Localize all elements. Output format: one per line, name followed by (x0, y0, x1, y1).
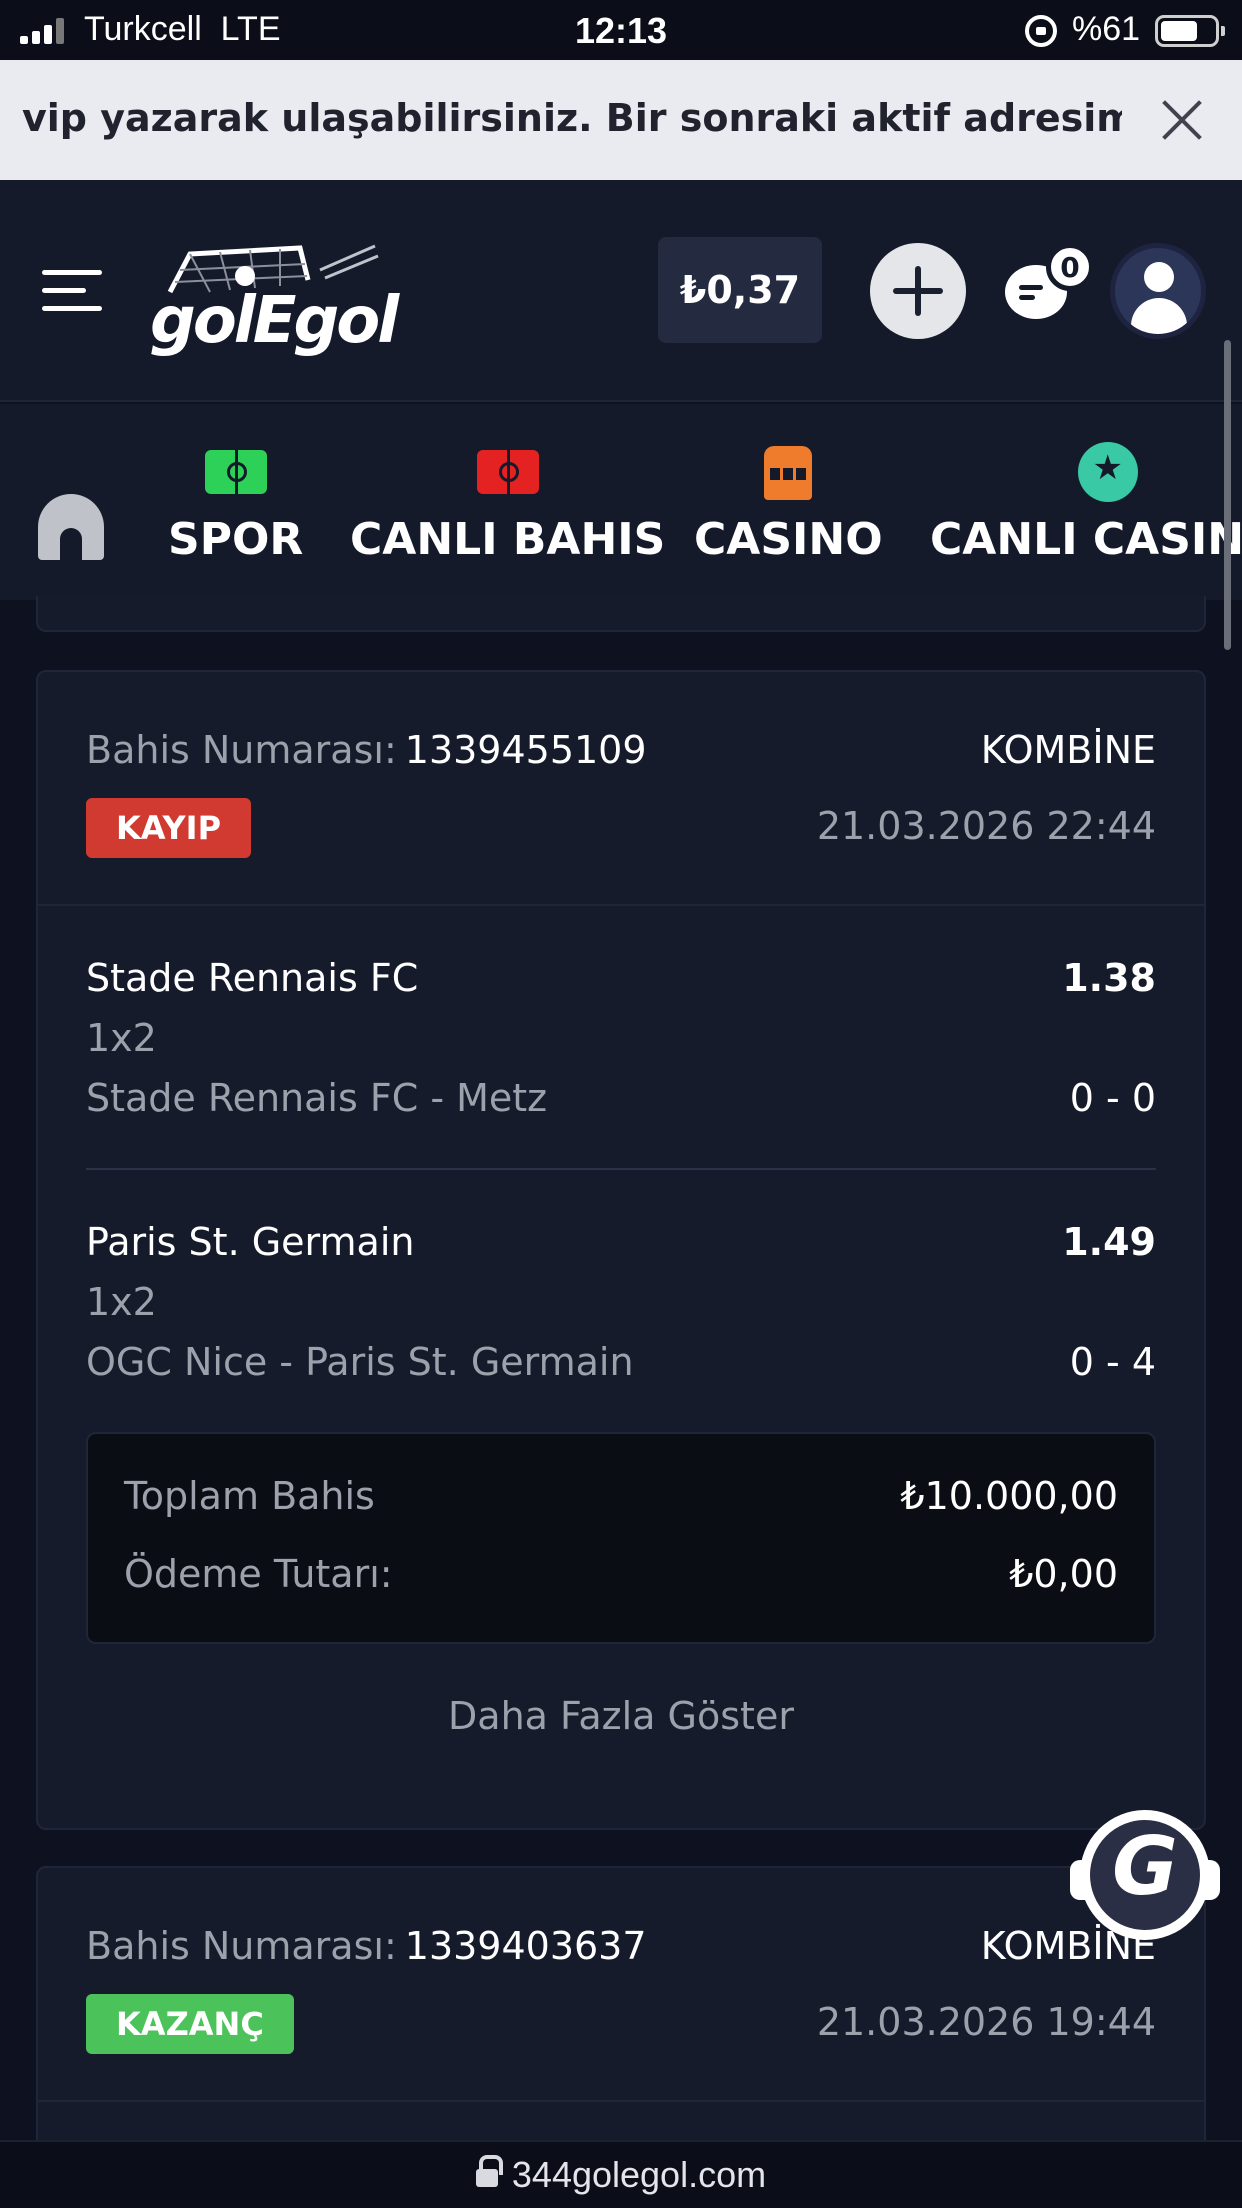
status-badge: KAZANÇ (86, 1994, 294, 2054)
avatar[interactable] (1110, 243, 1206, 339)
bet-date: 21.03.2026 22:44 (816, 804, 1156, 848)
payout-value: ₺0,00 (1009, 1552, 1118, 1596)
support-logo-icon: G (1112, 1820, 1178, 1913)
previous-bet-card (36, 596, 1206, 632)
selection-match: Stade Rennais FC - Metz (86, 1076, 548, 1120)
app-header: golEgol ₺0,37 0 (0, 180, 1242, 402)
selection-score: 0 - 0 (1069, 1076, 1156, 1120)
show-more-button[interactable]: Daha Fazla Göster (38, 1694, 1204, 1738)
announcement-text: vip yazarak ulaşabilirsiniz. Bir sonraki… (22, 96, 1122, 140)
soccer-pitch-icon (204, 444, 268, 500)
selection-match: OGC Nice - Paris St. Germain (86, 1340, 634, 1384)
bet-date: 21.03.2026 19:44 (816, 2000, 1156, 2044)
casino-chip-icon (1074, 442, 1138, 502)
bet-card-header: Bahis Numarası: 1339455109 KOMBİNE KAYIP … (38, 672, 1204, 906)
bet-selection: Paris St. Germain 1.49 1x2 OGC Nice - Pa… (86, 1168, 1156, 1418)
brand-name: golEgol (150, 284, 399, 358)
selection-odds: 1.49 (1062, 1220, 1156, 1264)
main-nav: SPOR CANLI BAHIS CASINO CANLI CASINO (0, 404, 1242, 600)
bet-selection: Stade Rennais FC 1.38 1x2 Stade Rennais … (86, 906, 1156, 1168)
message-count-badge: 0 (1046, 243, 1094, 291)
page-scrollbar[interactable] (1224, 340, 1231, 650)
total-stake-value: ₺10.000,00 (900, 1474, 1118, 1518)
selection-score: 0 - 4 (1069, 1340, 1156, 1384)
bet-summary: Toplam Bahis ₺10.000,00 Ödeme Tutarı: ₺0… (86, 1432, 1156, 1644)
url-text: 344golegol.com (511, 2154, 767, 2195)
total-stake-row: Toplam Bahis ₺10.000,00 (124, 1474, 1118, 1518)
home-icon[interactable] (38, 494, 104, 560)
status-badge: KAYIP (86, 798, 252, 858)
battery-icon (1155, 15, 1225, 47)
messages-button[interactable]: 0 (1005, 243, 1094, 321)
bet-number: Bahis Numarası: 1339455109 (86, 728, 647, 772)
browser-url-bar[interactable]: 344golegol.com (0, 2140, 1242, 2208)
live-pitch-icon (476, 444, 540, 500)
battery-percent: %61 (1072, 10, 1141, 48)
orientation-lock-icon (1025, 15, 1057, 47)
bet-number: Bahis Numarası: 1339403637 (86, 1924, 647, 1968)
selection-odds: 1.38 (1062, 956, 1156, 1000)
bet-card-header: Bahis Numarası: 1339403637 KOMBİNE KAZANÇ… (38, 1868, 1204, 2102)
support-chat-button[interactable]: G (1070, 1810, 1220, 1950)
balance-button[interactable]: ₺0,37 (658, 237, 822, 343)
bet-type: KOMBİNE (980, 728, 1156, 772)
deposit-plus-button[interactable] (870, 243, 966, 339)
payout-row: Ödeme Tutarı: ₺0,00 (124, 1552, 1118, 1596)
selection-team: Stade Rennais FC (86, 956, 419, 1000)
bet-card: Bahis Numarası: 1339403637 KOMBİNE KAZANÇ… (36, 1866, 1206, 2166)
nav-item-canli-casino[interactable]: CANLI CASINO (930, 442, 1242, 565)
lock-icon (475, 2155, 503, 2191)
menu-icon[interactable] (42, 270, 102, 312)
nav-item-casino[interactable]: CASINO (694, 444, 883, 565)
selection-team: Paris St. Germain (86, 1220, 415, 1264)
status-bar: Turkcell LTE 12:13 %61 (0, 0, 1242, 60)
announcement-banner: vip yazarak ulaşabilirsiniz. Bir sonraki… (0, 60, 1242, 180)
nav-item-canli-bahis[interactable]: CANLI BAHIS (350, 444, 665, 565)
slot-machine-icon (756, 444, 820, 500)
close-icon[interactable] (1160, 98, 1204, 142)
brand-logo[interactable]: golEgol (150, 240, 399, 358)
bet-card: Bahis Numarası: 1339455109 KOMBİNE KAYIP … (36, 670, 1206, 1830)
selection-market: 1x2 (86, 1280, 157, 1324)
selection-market: 1x2 (86, 1016, 157, 1060)
nav-item-spor[interactable]: SPOR (168, 444, 303, 565)
